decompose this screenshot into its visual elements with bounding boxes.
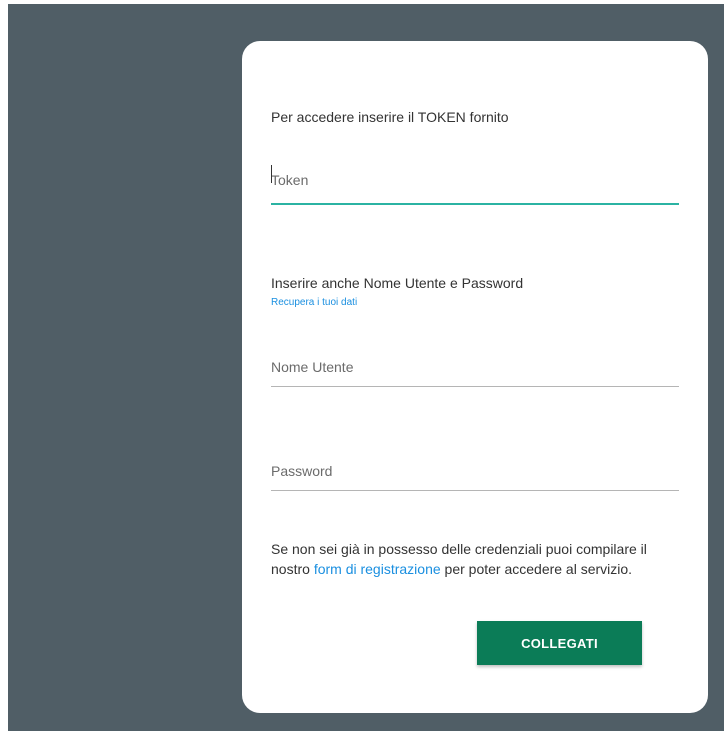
registration-form-link[interactable]: form di registrazione xyxy=(314,561,441,577)
token-instructions: Per accedere inserire il TOKEN fornito xyxy=(271,109,509,125)
recover-data-link[interactable]: Recupera i tuoi dati xyxy=(271,297,357,308)
login-card: Per accedere inserire il TOKEN fornito I… xyxy=(242,41,708,713)
signup-message: Se non sei già in possesso delle credenz… xyxy=(271,539,671,579)
text-cursor xyxy=(271,165,272,183)
credentials-instructions: Inserire anche Nome Utente e Password xyxy=(271,275,524,291)
username-input[interactable] xyxy=(271,347,679,387)
connect-button[interactable]: COLLEGATI xyxy=(477,621,642,665)
password-input[interactable] xyxy=(271,451,679,491)
token-input[interactable] xyxy=(271,157,679,205)
signup-text-after: per poter accedere al servizio. xyxy=(440,561,633,577)
